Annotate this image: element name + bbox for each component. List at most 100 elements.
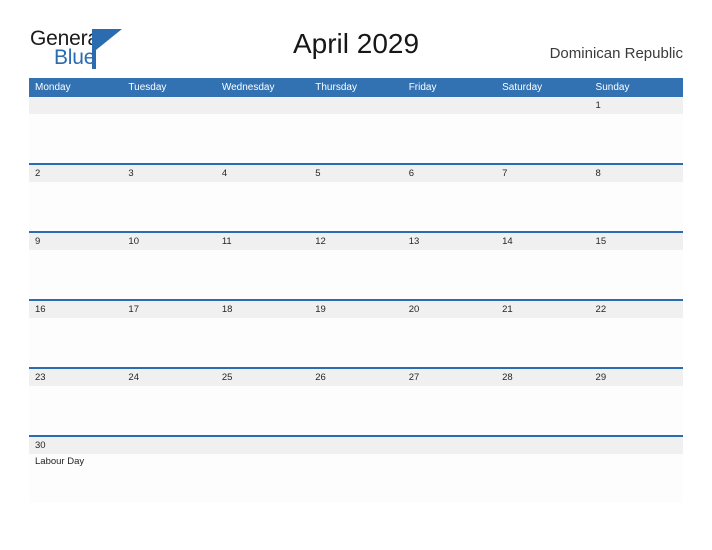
day-number[interactable]: 25 — [216, 369, 309, 386]
day-cell[interactable] — [590, 318, 683, 367]
day-cell[interactable] — [309, 454, 402, 503]
calendar-week-row: 2345678 — [29, 163, 683, 231]
day-cell[interactable] — [496, 454, 589, 503]
day-number[interactable] — [122, 97, 215, 114]
day-number[interactable] — [216, 97, 309, 114]
day-cell[interactable] — [216, 250, 309, 299]
day-number[interactable]: 24 — [122, 369, 215, 386]
day-cell[interactable] — [403, 250, 496, 299]
day-cell[interactable] — [309, 182, 402, 231]
day-number[interactable]: 28 — [496, 369, 589, 386]
day-number[interactable]: 4 — [216, 165, 309, 182]
day-number[interactable]: 26 — [309, 369, 402, 386]
weekday-header-wednesday: Wednesday — [221, 82, 275, 93]
day-cell[interactable] — [216, 454, 309, 503]
day-number[interactable] — [29, 97, 122, 114]
day-cell[interactable] — [590, 454, 683, 503]
day-cell[interactable] — [496, 386, 589, 435]
day-number[interactable] — [590, 437, 683, 454]
day-cell[interactable] — [496, 114, 589, 163]
day-cell[interactable] — [122, 182, 215, 231]
week-date-strip: 2345678 — [29, 165, 683, 182]
day-cell[interactable] — [496, 318, 589, 367]
day-number[interactable] — [496, 437, 589, 454]
day-number[interactable]: 6 — [403, 165, 496, 182]
day-number[interactable] — [496, 97, 589, 114]
page-header: General Blue April 2029 Dominican Republ… — [0, 0, 712, 76]
day-cell[interactable] — [29, 318, 122, 367]
day-cell[interactable] — [403, 182, 496, 231]
week-body-strip — [29, 318, 683, 367]
day-cell[interactable] — [309, 386, 402, 435]
day-number[interactable]: 17 — [122, 301, 215, 318]
week-body-strip — [29, 250, 683, 299]
day-number[interactable]: 9 — [29, 233, 122, 250]
day-cell[interactable] — [29, 182, 122, 231]
day-number[interactable]: 13 — [403, 233, 496, 250]
day-cell[interactable] — [590, 114, 683, 163]
day-cell[interactable] — [122, 386, 215, 435]
day-number[interactable]: 14 — [496, 233, 589, 250]
day-number[interactable] — [403, 97, 496, 114]
day-cell[interactable] — [122, 318, 215, 367]
day-number[interactable] — [403, 437, 496, 454]
day-cell[interactable] — [403, 386, 496, 435]
day-cell[interactable] — [403, 454, 496, 503]
day-number[interactable]: 2 — [29, 165, 122, 182]
day-number[interactable]: 29 — [590, 369, 683, 386]
day-number[interactable] — [309, 437, 402, 454]
day-cell[interactable] — [590, 250, 683, 299]
day-number[interactable] — [309, 97, 402, 114]
calendar-week-row: 30 Labour Day — [29, 435, 683, 503]
day-cell[interactable] — [122, 454, 215, 503]
day-cell[interactable] — [496, 250, 589, 299]
day-number[interactable] — [122, 437, 215, 454]
day-cell[interactable] — [29, 386, 122, 435]
day-cell[interactable] — [590, 182, 683, 231]
day-cell[interactable] — [29, 114, 122, 163]
weekday-header-row: Monday Tuesday Wednesday Thursday Friday Satu… — [29, 78, 683, 97]
weekday-header-thursday: Thursday — [315, 82, 357, 93]
day-cell[interactable] — [122, 114, 215, 163]
day-number[interactable]: 5 — [309, 165, 402, 182]
day-number[interactable]: 22 — [590, 301, 683, 318]
week-body-strip: Labour Day — [29, 454, 683, 503]
week-date-strip: 1 — [29, 97, 683, 114]
day-number[interactable]: 20 — [403, 301, 496, 318]
day-number[interactable]: 1 — [590, 97, 683, 114]
day-cell[interactable] — [216, 182, 309, 231]
day-cell[interactable] — [216, 386, 309, 435]
day-number[interactable]: 12 — [309, 233, 402, 250]
day-number[interactable]: 18 — [216, 301, 309, 318]
day-cell[interactable] — [29, 250, 122, 299]
day-number[interactable]: 30 — [29, 437, 122, 454]
week-date-strip: 23 24 25 26 27 28 29 — [29, 369, 683, 386]
day-cell[interactable] — [496, 182, 589, 231]
day-cell[interactable] — [590, 386, 683, 435]
calendar-week-row: 23 24 25 26 27 28 29 — [29, 367, 683, 435]
day-number[interactable]: 23 — [29, 369, 122, 386]
day-number[interactable]: 15 — [590, 233, 683, 250]
day-number[interactable]: 16 — [29, 301, 122, 318]
day-cell[interactable] — [122, 250, 215, 299]
day-number[interactable]: 11 — [216, 233, 309, 250]
day-cell[interactable] — [403, 318, 496, 367]
day-number[interactable] — [216, 437, 309, 454]
day-cell[interactable] — [309, 114, 402, 163]
week-date-strip: 9 10 11 12 13 14 15 — [29, 233, 683, 250]
day-number[interactable]: 27 — [403, 369, 496, 386]
day-number[interactable]: 3 — [122, 165, 215, 182]
holiday-event-label: Labour Day — [35, 456, 85, 467]
day-cell[interactable] — [403, 114, 496, 163]
day-cell[interactable] — [309, 250, 402, 299]
day-cell[interactable] — [216, 114, 309, 163]
day-number[interactable]: 8 — [590, 165, 683, 182]
day-number[interactable]: 7 — [496, 165, 589, 182]
week-body-strip — [29, 182, 683, 231]
day-cell[interactable] — [216, 318, 309, 367]
day-number[interactable]: 10 — [122, 233, 215, 250]
day-cell[interactable]: Labour Day — [29, 454, 122, 503]
day-number[interactable]: 19 — [309, 301, 402, 318]
day-number[interactable]: 21 — [496, 301, 589, 318]
day-cell[interactable] — [309, 318, 402, 367]
